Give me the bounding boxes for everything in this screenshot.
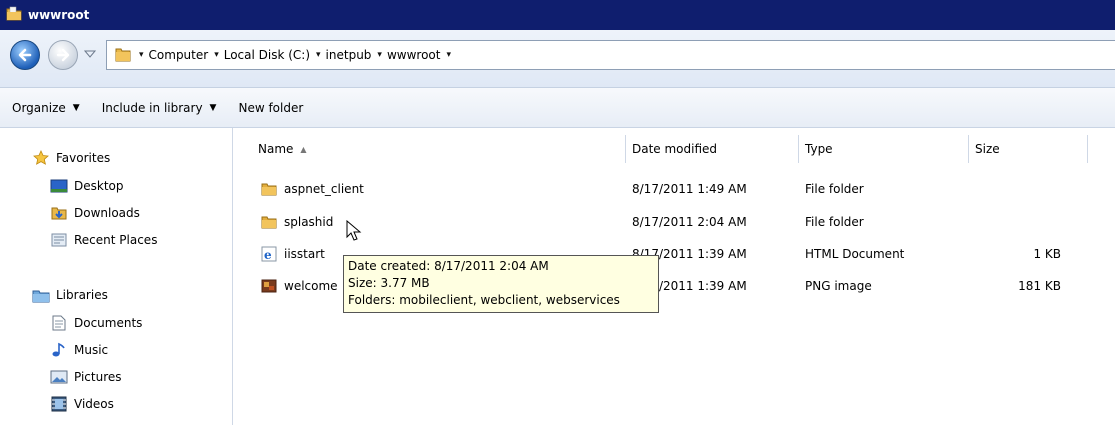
folder-icon bbox=[260, 181, 278, 197]
folder-tooltip: Date created: 8/17/2011 2:04 AM Size: 3.… bbox=[343, 255, 659, 313]
file-name: aspnet_client bbox=[284, 182, 364, 196]
file-row[interactable]: splashid 8/17/2011 2:04 AM File folder bbox=[242, 210, 1092, 234]
file-type: File folder bbox=[805, 182, 864, 196]
folder-icon bbox=[260, 214, 278, 230]
desktop-icon bbox=[50, 178, 68, 194]
pictures-icon bbox=[50, 369, 68, 385]
star-icon bbox=[32, 150, 50, 166]
column-header-size[interactable]: Size bbox=[969, 135, 1088, 163]
folder-icon bbox=[6, 6, 22, 25]
png-image-icon bbox=[260, 278, 278, 294]
arrow-left-icon bbox=[18, 48, 32, 62]
new-folder-button[interactable]: New folder bbox=[238, 101, 303, 115]
file-type: File folder bbox=[805, 215, 864, 229]
nav-videos[interactable]: Videos bbox=[50, 396, 114, 412]
ie-html-icon: e bbox=[260, 246, 278, 262]
forward-button[interactable] bbox=[48, 40, 78, 70]
file-date: 8/17/2011 1:49 AM bbox=[632, 182, 747, 196]
tooltip-size: Size: 3.77 MB bbox=[348, 276, 430, 290]
navigation-pane: Favorites Desktop Downloads Recent Place… bbox=[0, 128, 233, 425]
documents-icon bbox=[50, 315, 68, 331]
recent-pages-button[interactable] bbox=[83, 48, 97, 62]
chevron-down-icon: ▼ bbox=[72, 102, 80, 113]
nav-documents[interactable]: Documents bbox=[50, 315, 142, 331]
column-header-name[interactable]: Name ▲ bbox=[242, 135, 626, 163]
nav-libraries[interactable]: Libraries bbox=[32, 287, 108, 303]
nav-music[interactable]: Music bbox=[50, 342, 108, 358]
tooltip-date-created: Date created: 8/17/2011 2:04 AM bbox=[348, 259, 549, 273]
tooltip-folders: Folders: mobileclient, webclient, webser… bbox=[348, 293, 620, 307]
sort-ascending-icon: ▲ bbox=[300, 144, 307, 154]
nav-recent-places[interactable]: Recent Places bbox=[50, 232, 157, 248]
nav-downloads[interactable]: Downloads bbox=[50, 205, 140, 221]
chevron-down-icon: ▾ bbox=[446, 50, 451, 60]
breadcrumb-wwwroot[interactable]: ▾ wwwroot bbox=[377, 48, 440, 62]
file-row[interactable]: aspnet_client 8/17/2011 1:49 AM File fol… bbox=[242, 177, 1092, 201]
file-type: PNG image bbox=[805, 279, 872, 293]
file-size: 181 KB bbox=[1018, 279, 1061, 293]
file-size: 1 KB bbox=[1033, 247, 1061, 261]
music-icon bbox=[50, 342, 68, 358]
breadcrumb-dropdown[interactable]: ▾ bbox=[446, 50, 456, 60]
file-type: HTML Document bbox=[805, 247, 905, 261]
mouse-cursor-icon bbox=[346, 219, 362, 245]
column-header-type[interactable]: Type bbox=[799, 135, 969, 163]
breadcrumb-computer[interactable]: ▾ Computer bbox=[139, 48, 208, 62]
recent-places-icon bbox=[50, 232, 68, 248]
downloads-folder-icon bbox=[50, 205, 68, 221]
chevron-right-icon: ▾ bbox=[377, 50, 382, 60]
chevron-right-icon: ▾ bbox=[214, 50, 219, 60]
arrow-right-icon bbox=[56, 48, 70, 62]
window-title: wwwroot bbox=[28, 8, 90, 22]
column-header-row: Name ▲ Date modified Type Size bbox=[242, 135, 1115, 163]
organize-button[interactable]: Organize ▼ bbox=[12, 101, 80, 115]
breadcrumb-inetpub[interactable]: ▾ inetpub bbox=[316, 48, 371, 62]
file-name: iisstart bbox=[284, 247, 325, 261]
address-row: ▾ Computer ▾ Local Disk (C:) ▾ inetpub ▾ www… bbox=[0, 30, 1115, 88]
nav-pictures[interactable]: Pictures bbox=[50, 369, 122, 385]
back-button[interactable] bbox=[10, 40, 40, 70]
libraries-icon bbox=[32, 287, 50, 303]
column-header-date-modified[interactable]: Date modified bbox=[626, 135, 799, 163]
chevron-right-icon: ▾ bbox=[316, 50, 321, 60]
breadcrumb-local-disk[interactable]: ▾ Local Disk (C:) bbox=[214, 48, 310, 62]
nav-favorites[interactable]: Favorites bbox=[32, 150, 110, 166]
svg-text:e: e bbox=[264, 248, 272, 262]
nav-desktop[interactable]: Desktop bbox=[50, 178, 124, 194]
file-name: welcome bbox=[284, 279, 338, 293]
address-bar[interactable]: ▾ Computer ▾ Local Disk (C:) ▾ inetpub ▾ www… bbox=[106, 40, 1115, 70]
folder-icon bbox=[115, 45, 131, 66]
chevron-down-icon bbox=[83, 50, 97, 58]
title-bar: wwwroot bbox=[0, 0, 1115, 30]
file-date: 8/17/2011 2:04 AM bbox=[632, 215, 747, 229]
command-bar: Organize ▼ Include in library ▼ New folder bbox=[0, 88, 1115, 128]
chevron-down-icon: ▼ bbox=[209, 102, 217, 113]
chevron-right-icon: ▾ bbox=[139, 50, 144, 60]
include-in-library-button[interactable]: Include in library ▼ bbox=[102, 101, 217, 115]
videos-icon bbox=[50, 396, 68, 412]
file-name: splashid bbox=[284, 215, 334, 229]
